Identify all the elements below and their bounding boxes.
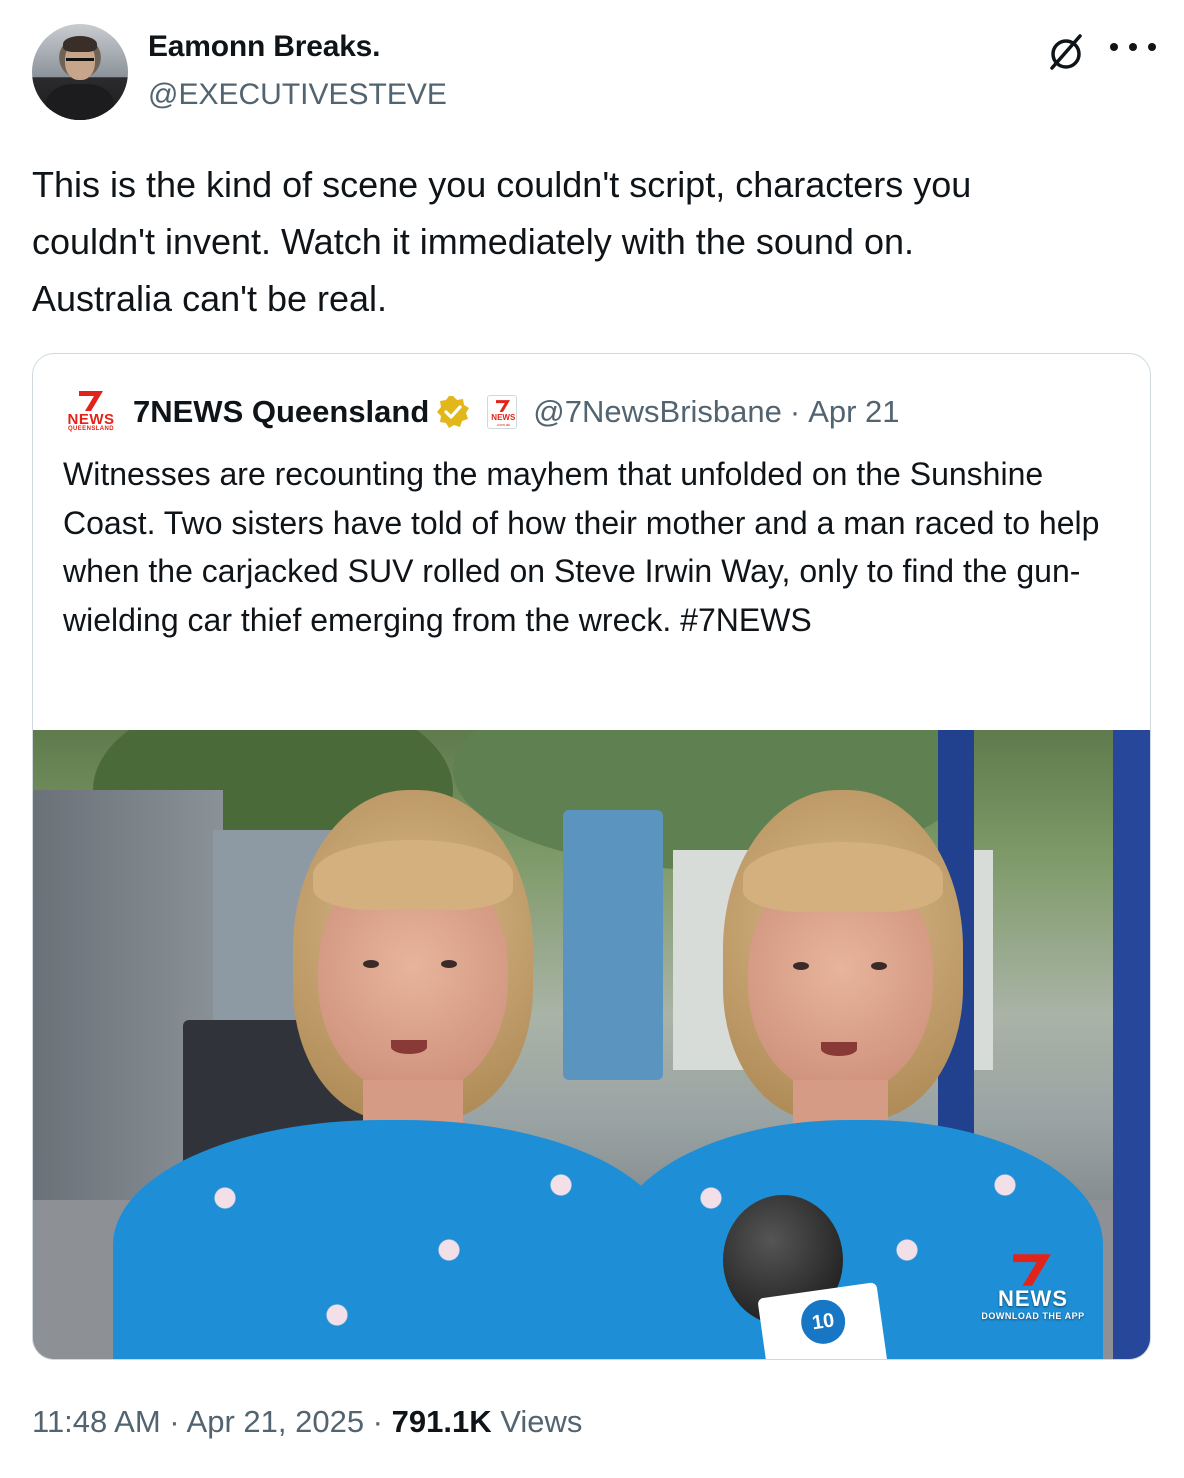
scrubs-top: [113, 1120, 673, 1359]
eye: [793, 962, 809, 970]
broadcaster-watermark: NEWS DOWNLOAD THE APP: [958, 1250, 1108, 1330]
avatar-body: [46, 84, 114, 120]
eye: [871, 962, 887, 970]
avatar-hair: [63, 36, 97, 52]
avatar-glasses: [66, 58, 94, 64]
more-dot: [1129, 43, 1137, 51]
background-pole: [1113, 730, 1150, 1359]
person-left: [113, 790, 673, 1359]
watermark-subtext: DOWNLOAD THE APP: [981, 1311, 1085, 1321]
author-name[interactable]: Eamonn Breaks.: [148, 30, 380, 64]
seven-logo-icon: [79, 391, 103, 411]
quoted-tweet[interactable]: NEWS QUEENSLAND 7NEWS Queensland NEWS .c…: [32, 353, 1151, 1360]
affiliate-badge-text: NEWS: [491, 413, 516, 422]
separator: ·: [789, 394, 801, 429]
views-count[interactable]: 791.1K: [392, 1404, 492, 1439]
views-label: Views: [491, 1404, 583, 1439]
separator: ·: [364, 1404, 392, 1439]
eye: [441, 960, 457, 968]
quoted-author-name[interactable]: 7NEWS Queensland: [133, 394, 429, 430]
affiliate-badge-subtext: .com.au: [496, 422, 511, 427]
avatar[interactable]: [32, 24, 128, 120]
quoted-video-thumbnail[interactable]: 10 NEWS DOWNLOAD THE APP: [33, 730, 1150, 1359]
verified-gold-icon: [437, 396, 470, 428]
tweet-time[interactable]: 11:48 AM: [32, 1404, 161, 1439]
watermark-text: NEWS: [998, 1286, 1068, 1311]
more-dot: [1148, 43, 1156, 51]
seven-logo-icon: [1013, 1254, 1051, 1286]
tweet-date[interactable]: Apr 21, 2025: [187, 1404, 365, 1439]
hair-fringe: [313, 840, 513, 910]
more-icon[interactable]: [1110, 30, 1156, 64]
affiliate-seven-icon: [496, 400, 511, 412]
network-ten-logo: 10: [798, 1297, 849, 1347]
eye: [363, 960, 379, 968]
quoted-avatar[interactable]: NEWS QUEENSLAND: [63, 389, 119, 435]
quoted-text: Witnesses are recounting the mayhem that…: [63, 456, 1100, 638]
mouth: [391, 1040, 427, 1054]
quoted-tweet-header: NEWS QUEENSLAND 7NEWS Queensland NEWS .c…: [63, 390, 1123, 434]
author-handle[interactable]: @EXECUTIVESTEVE: [148, 78, 447, 112]
quoted-date[interactable]: Apr 21: [808, 394, 899, 430]
affiliate-badge[interactable]: NEWS .com.au: [487, 395, 518, 429]
grok-icon[interactable]: [1044, 30, 1088, 74]
more-dot: [1110, 43, 1118, 51]
hair-fringe: [743, 842, 943, 912]
separator: ·: [160, 1404, 187, 1439]
quoted-author-handle[interactable]: @7NewsBrisbane: [533, 394, 782, 430]
tweet-text: This is the kind of scene you couldn't s…: [32, 164, 972, 319]
tweet-meta: 11:48 AM · Apr 21, 2025 · 791.1K Views: [32, 1404, 582, 1440]
tweet-header: Eamonn Breaks. @EXECUTIVESTEVE: [32, 24, 1156, 124]
quoted-logo-subtext: QUEENSLAND: [67, 426, 114, 432]
mouth: [821, 1042, 857, 1056]
